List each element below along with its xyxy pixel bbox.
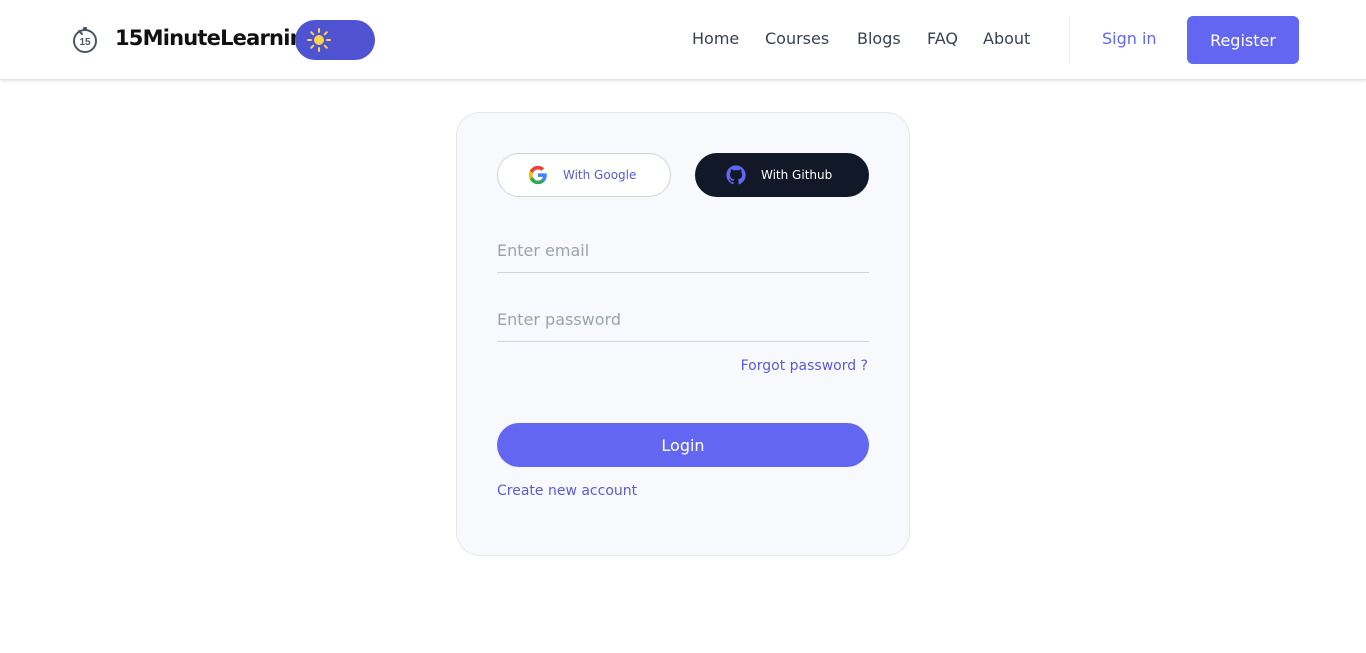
register-button[interactable]: Register bbox=[1187, 16, 1299, 64]
sun-icon bbox=[307, 28, 331, 52]
google-icon bbox=[528, 165, 547, 185]
google-login-label: With Google bbox=[563, 168, 637, 182]
brand-name[interactable]: 15MinuteLearning bbox=[115, 26, 319, 50]
nav-blogs[interactable]: Blogs bbox=[857, 29, 901, 48]
theme-toggle[interactable] bbox=[295, 20, 375, 60]
password-field[interactable] bbox=[497, 298, 869, 342]
nav-courses[interactable]: Courses bbox=[765, 29, 829, 48]
login-card: With Google With Github Forgot password … bbox=[456, 112, 910, 556]
google-login-button[interactable]: With Google bbox=[497, 153, 671, 197]
top-navbar: 15 15MinuteLearning Home Courses Blogs F… bbox=[0, 0, 1366, 80]
nav-faq[interactable]: FAQ bbox=[927, 29, 958, 48]
email-field[interactable] bbox=[497, 229, 869, 273]
login-button[interactable]: Login bbox=[497, 423, 869, 467]
github-login-label: With Github bbox=[761, 168, 833, 182]
forgot-password-link[interactable]: Forgot password ? bbox=[741, 358, 868, 374]
create-account-link[interactable]: Create new account bbox=[497, 483, 637, 499]
github-login-button[interactable]: With Github bbox=[695, 153, 869, 197]
nav-divider bbox=[1069, 16, 1070, 64]
svg-text:15: 15 bbox=[79, 37, 91, 48]
nav-about[interactable]: About bbox=[983, 29, 1030, 48]
nav-home[interactable]: Home bbox=[692, 29, 739, 48]
sign-in-link[interactable]: Sign in bbox=[1102, 29, 1157, 48]
stopwatch-15-icon: 15 bbox=[73, 27, 97, 53]
github-icon bbox=[726, 165, 746, 185]
